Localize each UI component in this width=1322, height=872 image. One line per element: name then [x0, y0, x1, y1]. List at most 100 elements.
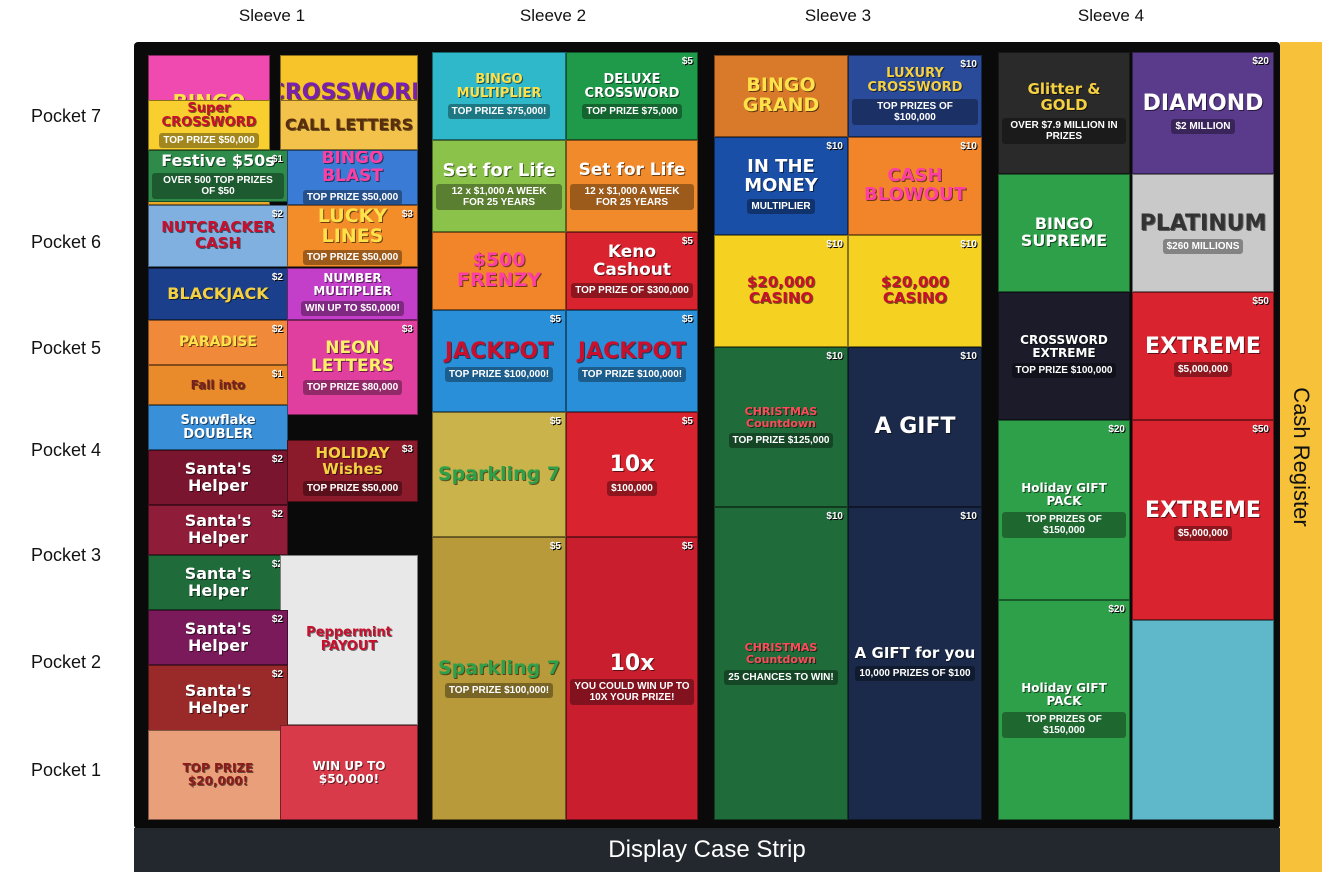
lottery-ticket: Holiday GIFT PACK TOP PRIZES OF $150,000 $…: [998, 600, 1130, 820]
lottery-ticket: A GIFT for you 10,000 PRIZES OF $100 $10: [848, 507, 982, 820]
sleeve-label-2: Sleeve 2: [519, 6, 587, 25]
lottery-ticket: PARADISE $2: [148, 320, 288, 365]
ticket-subtitle: $2 MILLION: [1171, 119, 1235, 135]
pocket-label-6: Pocket 6: [30, 232, 102, 252]
ticket-title: CALL LETTERS: [284, 114, 414, 134]
lottery-ticket: [1132, 620, 1274, 820]
ticket-subtitle: TOP PRIZE $100,000!: [577, 367, 687, 383]
ticket-price: $5: [681, 541, 693, 552]
ticket-price: $10: [826, 239, 843, 250]
ticket-subtitle: MULTIPLIER: [747, 199, 815, 215]
lottery-ticket: $20,000 CASINO $10: [848, 235, 982, 347]
lottery-ticket: Peppermint PAYOUT: [280, 555, 418, 725]
lottery-ticket: BINGO BLAST TOP PRIZE $50,000: [287, 150, 418, 205]
ticket-price: $3: [401, 324, 413, 335]
ticket-price: $10: [826, 141, 843, 152]
ticket-title: Sparkling 7: [437, 657, 561, 680]
ticket-price: $1: [271, 154, 283, 165]
ticket-price: $10: [826, 511, 843, 522]
ticket-title: Set for Life: [442, 159, 556, 181]
ticket-price: $5: [681, 314, 693, 325]
lottery-ticket: JACKPOT TOP PRIZE $100,000! $5: [566, 310, 698, 412]
ticket-title: BINGO MULTIPLIER: [456, 71, 542, 101]
lottery-ticket: PLATINUM $260 MILLIONS: [1132, 174, 1274, 292]
ticket-title: BLACKJACK: [167, 283, 269, 303]
ticket-title: Santa's Helper: [184, 511, 252, 547]
lottery-ticket: $20,000 CASINO $10: [714, 235, 848, 347]
ticket-price: $2: [271, 669, 283, 680]
ticket-price: $10: [826, 351, 843, 362]
ticket-title: Holiday GIFT PACK: [1021, 681, 1107, 708]
lottery-ticket: HOLIDAY Wishes TOP PRIZE $50,000 $3: [287, 440, 418, 502]
ticket-subtitle: TOP PRIZE $50,000: [159, 133, 259, 149]
ticket-subtitle: WIN UP TO $50,000!: [301, 301, 404, 317]
ticket-title: PLATINUM: [1139, 210, 1267, 236]
ticket-title: CHRISTMAS Countdown: [744, 641, 818, 666]
lottery-ticket: BLACKJACK $2: [148, 268, 288, 320]
ticket-title: $20,000 CASINO: [746, 273, 816, 307]
ticket-price: $10: [960, 59, 977, 70]
ticket-title: TOP PRIZE $20,000!: [182, 761, 254, 788]
ticket-subtitle: TOP PRIZE $100,000!: [444, 682, 554, 698]
ticket-price: $3: [401, 209, 413, 220]
lottery-ticket: $500 FRENZY: [432, 232, 566, 310]
ticket-price: $50: [1252, 424, 1269, 435]
ticket-price: $2: [271, 272, 283, 283]
lottery-ticket: DELUXE CROSSWORD TOP PRIZE $75,000 $5: [566, 52, 698, 140]
lottery-ticket: BINGO SUPREME: [998, 174, 1130, 292]
ticket-price: $20: [1108, 424, 1125, 435]
lottery-ticket: Festive $50s OVER 500 TOP PRIZES OF $50 $1: [148, 150, 288, 202]
lottery-ticket: LUCKY LINES TOP PRIZE $50,000 $3: [287, 205, 418, 267]
lottery-ticket: Santa's Helper $2: [148, 505, 288, 555]
ticket-title: DELUXE CROSSWORD: [584, 71, 680, 101]
lottery-ticket: NUMBER MULTIPLIER WIN UP TO $50,000!: [287, 268, 418, 320]
ticket-title: Santa's Helper: [184, 563, 252, 600]
ticket-subtitle: 12 x $1,000 A WEEK FOR 25 YEARS: [570, 183, 694, 210]
ticket-price: $10: [960, 351, 977, 362]
ticket-title: CROSSWORD EXTREME: [1020, 332, 1108, 360]
sleeve-label-1: Sleeve 1: [238, 6, 306, 25]
ticket-subtitle: TOP PRIZES OF $150,000: [1002, 711, 1126, 738]
lottery-ticket: Keno Cashout TOP PRIZE OF $300,000 $5: [566, 232, 698, 310]
ticket-subtitle: 25 CHANCES TO WIN!: [724, 669, 838, 685]
ticket-price: $5: [681, 236, 693, 247]
ticket-title: IN THE MONEY: [744, 155, 818, 196]
ticket-price: $5: [549, 541, 561, 552]
lottery-ticket: EXTREME $5,000,000 $50: [1132, 292, 1274, 420]
lottery-ticket: Super CROSSWORD TOP PRIZE $50,000: [148, 100, 270, 150]
ticket-subtitle: TOP PRIZE $125,000: [728, 433, 834, 449]
lottery-ticket: Sparkling 7 TOP PRIZE $100,000! $5: [432, 537, 566, 820]
ticket-title: Glitter & GOLD: [1027, 80, 1101, 114]
ticket-title: Santa's Helper: [184, 681, 252, 717]
ticket-title: DIAMOND: [1142, 90, 1264, 116]
lottery-ticket: EXTREME $5,000,000 $50: [1132, 420, 1274, 620]
lottery-ticket: NEON LETTERS TOP PRIZE $80,000 $3: [287, 320, 418, 415]
ticket-price: $2: [271, 614, 283, 625]
pocket-label-5: Pocket 5: [30, 338, 102, 358]
ticket-price: $5: [549, 314, 561, 325]
ticket-title: Snowflake DOUBLER: [180, 412, 256, 442]
ticket-price: $10: [960, 141, 977, 152]
ticket-title: NUTCRACKER CASH: [161, 218, 275, 252]
ticket-title: JACKPOT: [444, 338, 554, 364]
ticket-price: $20: [1252, 56, 1269, 67]
ticket-title: BINGO GRAND: [742, 74, 820, 116]
ticket-title: Fall into: [190, 377, 246, 392]
lottery-ticket: Holiday GIFT PACK TOP PRIZES OF $150,000 $…: [998, 420, 1130, 600]
lottery-ticket: CHRISTMAS Countdown TOP PRIZE $125,000 $10: [714, 347, 848, 507]
ticket-subtitle: TOP PRIZE $80,000: [302, 379, 403, 395]
lottery-ticket: JACKPOT TOP PRIZE $100,000! $5: [432, 310, 566, 412]
ticket-title: CASH BLOWOUT: [864, 165, 966, 205]
ticket-title: 10x: [609, 452, 655, 478]
ticket-title: CHRISTMAS Countdown: [744, 404, 818, 430]
ticket-title: $500 FRENZY: [456, 249, 542, 291]
lottery-ticket: BINGO GRAND: [714, 55, 848, 137]
ticket-title: WIN UP TO $50,000!: [312, 758, 386, 786]
pocket-label-1: Pocket 1: [30, 760, 102, 780]
ticket-subtitle: $260 MILLIONS: [1162, 239, 1244, 255]
ticket-price: $3: [401, 444, 413, 455]
ticket-title: Set for Life: [578, 160, 686, 181]
sleeve-label-3: Sleeve 3: [804, 6, 872, 25]
ticket-subtitle: OVER $7.9 MILLION IN PRIZES: [1002, 117, 1126, 144]
ticket-subtitle: $5,000,000: [1173, 526, 1233, 542]
